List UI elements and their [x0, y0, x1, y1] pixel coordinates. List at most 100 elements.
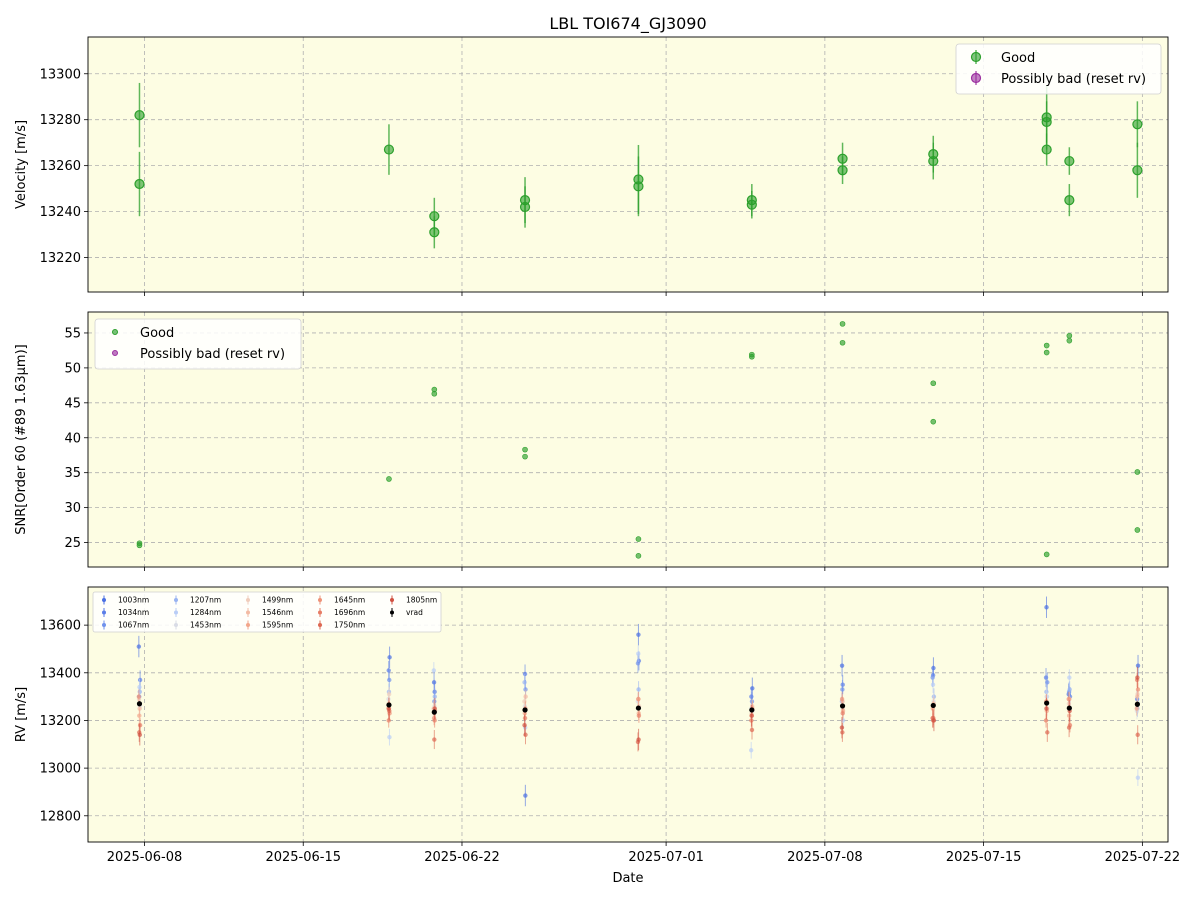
data-point: [137, 677, 143, 683]
data-point: [386, 702, 392, 708]
y-tick-label: 13220: [40, 251, 81, 266]
data-point: [1045, 680, 1050, 685]
data-point: [431, 680, 437, 685]
data-point: [928, 155, 939, 167]
data-point: [1135, 732, 1140, 737]
data-point: [1134, 527, 1141, 533]
y-tick-label: 13400: [40, 666, 81, 681]
data-point: [840, 687, 845, 692]
data-point: [1041, 144, 1052, 155]
data-point: [840, 711, 845, 716]
legend-label: 1696nm: [334, 608, 365, 617]
data-point: [1135, 675, 1140, 680]
data-point: [383, 144, 395, 155]
data-point: [1043, 551, 1050, 558]
data-point: [387, 655, 392, 660]
figure: LBL TOI674_GJ3090 1322013240132601328013…: [14, 14, 1181, 886]
y-tick-label: 55: [64, 326, 81, 341]
data-point: [636, 737, 641, 742]
velocity-panel: 13220 13240 13260 13280 13300 Velocity [m/s] G…: [14, 36, 1169, 296]
y-tick-label: 13260: [40, 159, 81, 174]
data-point: [1132, 119, 1143, 130]
data-point: [635, 553, 642, 559]
x-axis-label: Date: [612, 871, 643, 886]
legend-marker: [318, 610, 322, 615]
legend-marker: [246, 598, 250, 602]
data-point: [1134, 469, 1141, 475]
data-point: [432, 737, 437, 742]
data-point: [635, 536, 642, 542]
data-point: [839, 703, 846, 709]
data-point: [136, 542, 143, 549]
data-point: [636, 696, 641, 702]
legend-label: 1750nm: [334, 621, 365, 630]
snr-legend: Good Possibly bad (reset rv): [94, 318, 302, 370]
data-point: [431, 709, 437, 715]
data-point: [1066, 705, 1072, 711]
data-point: [136, 701, 143, 707]
data-point: [635, 705, 642, 711]
data-point: [749, 727, 755, 733]
data-point: [522, 723, 527, 728]
legend-marker: [102, 598, 106, 602]
data-point: [930, 682, 936, 687]
rv-legend: 1003nm 1034nm 1067nm 1207nm 1284nm 1453nm 1499…: [92, 591, 442, 633]
data-point: [522, 680, 527, 685]
legend-label: 1003nm: [118, 596, 149, 605]
y-axis-label: SNR[Order 60 (#89 1.63μm)]: [14, 344, 29, 535]
data-point: [431, 390, 438, 397]
y-axis-label: Velocity [m/s]: [14, 120, 29, 209]
data-point: [1066, 725, 1072, 730]
legend-label: 1207nm: [190, 596, 221, 605]
legend-label: 1499nm: [262, 596, 293, 605]
chart-title: LBL TOI674_GJ3090: [549, 14, 706, 34]
legend-marker: [174, 598, 178, 602]
data-point: [1066, 337, 1073, 344]
legend-label: 1453nm: [190, 621, 221, 630]
data-point: [839, 663, 845, 668]
data-point: [523, 694, 528, 699]
legend-marker: [102, 623, 106, 627]
legend-marker: [112, 350, 118, 356]
legend-marker: [102, 610, 106, 615]
data-point: [930, 702, 936, 709]
data-point: [387, 677, 392, 683]
data-point: [748, 748, 754, 753]
y-tick-label: 13600: [40, 619, 81, 634]
legend-label: Possibly bad (reset rv): [1001, 72, 1146, 87]
data-point: [522, 453, 528, 460]
x-tick-label: 2025-06-08: [107, 850, 183, 865]
data-point: [137, 713, 142, 718]
data-point: [387, 734, 392, 740]
x-tick-label: 2025-07-01: [628, 850, 704, 865]
legend-marker: [246, 623, 250, 627]
legend-marker: [112, 329, 118, 335]
velocity-legend: Good Possibly bad (reset rv): [955, 43, 1162, 95]
legend-label: Possibly bad (reset rv): [140, 347, 285, 362]
data-point: [1066, 332, 1073, 339]
data-point: [1044, 700, 1050, 706]
data-point: [633, 181, 644, 192]
legend-marker: [390, 598, 394, 602]
x-tick-label: 2025-07-22: [1105, 850, 1181, 865]
legend-label: 1645nm: [334, 596, 365, 605]
data-point: [1044, 605, 1049, 610]
data-point: [386, 476, 392, 482]
data-point: [1064, 155, 1075, 167]
legend-label: Good: [1001, 51, 1035, 66]
data-point: [636, 687, 641, 692]
y-tick-label: 13240: [40, 205, 81, 220]
data-point: [137, 684, 142, 690]
data-point: [636, 632, 641, 637]
y-tick-label: 30: [64, 501, 81, 516]
data-point: [750, 686, 755, 691]
rv-panel: 2025-06-08 2025-06-15 2025-06-22 2025-07-01…: [14, 586, 1181, 865]
data-point: [749, 707, 755, 713]
data-point: [839, 339, 846, 346]
data-point: [1134, 706, 1139, 711]
data-point: [749, 713, 754, 718]
x-tick-label: 2025-06-15: [265, 850, 341, 865]
data-point: [839, 696, 845, 702]
legend-label: 1067nm: [118, 621, 149, 630]
data-point: [523, 732, 528, 737]
